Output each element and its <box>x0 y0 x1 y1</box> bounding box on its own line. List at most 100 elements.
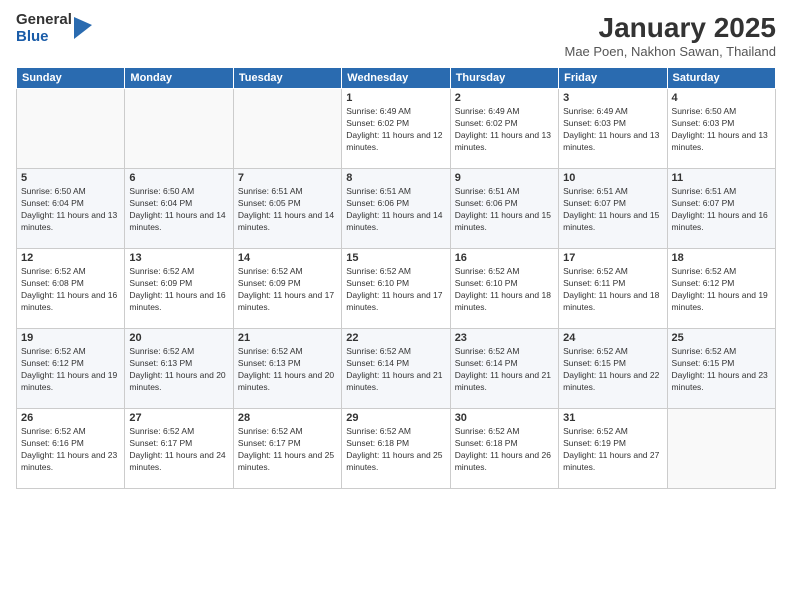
calendar-week-row: 1 Sunrise: 6:49 AM Sunset: 6:02 PM Daylig… <box>17 89 776 169</box>
day-info: Sunrise: 6:49 AM Sunset: 6:02 PM Dayligh… <box>346 106 445 154</box>
weekday-header-row: Sunday Monday Tuesday Wednesday Thursday… <box>17 68 776 89</box>
day-number: 27 <box>129 412 228 424</box>
table-row: 5 Sunrise: 6:50 AM Sunset: 6:04 PM Daylig… <box>17 169 125 249</box>
day-number: 31 <box>563 412 662 424</box>
table-row: 11 Sunrise: 6:51 AM Sunset: 6:07 PM Dayli… <box>667 169 775 249</box>
header: General Blue January 2025 Mae Poen, Nakh… <box>16 12 776 59</box>
day-info: Sunrise: 6:52 AM Sunset: 6:08 PM Dayligh… <box>21 266 120 314</box>
day-number: 30 <box>455 412 554 424</box>
day-info: Sunrise: 6:52 AM Sunset: 6:13 PM Dayligh… <box>129 346 228 394</box>
day-info: Sunrise: 6:51 AM Sunset: 6:07 PM Dayligh… <box>563 186 662 234</box>
day-info: Sunrise: 6:51 AM Sunset: 6:05 PM Dayligh… <box>238 186 337 234</box>
day-info: Sunrise: 6:52 AM Sunset: 6:18 PM Dayligh… <box>346 426 445 474</box>
day-info: Sunrise: 6:52 AM Sunset: 6:13 PM Dayligh… <box>238 346 337 394</box>
day-info: Sunrise: 6:52 AM Sunset: 6:19 PM Dayligh… <box>563 426 662 474</box>
table-row: 10Sunrise: 6:51 AM Sunset: 6:07 PM Dayli… <box>559 169 667 249</box>
day-info: Sunrise: 6:49 AM Sunset: 6:03 PM Dayligh… <box>563 106 662 154</box>
table-row: 29 Sunrise: 6:52 AM Sunset: 6:18 PM Dayli… <box>342 409 450 489</box>
day-info: Sunrise: 6:52 AM Sunset: 6:14 PM Dayligh… <box>346 346 445 394</box>
day-info: Sunrise: 6:52 AM Sunset: 6:11 PM Dayligh… <box>563 266 662 314</box>
table-row: 14 Sunrise: 6:52 AM Sunset: 6:09 PM Dayli… <box>233 249 341 329</box>
header-friday: Friday <box>559 68 667 89</box>
table-row: 25 Sunrise: 6:52 AM Sunset: 6:15 PM Dayli… <box>667 329 775 409</box>
day-info: Sunrise: 6:52 AM Sunset: 6:10 PM Dayligh… <box>455 266 554 314</box>
table-row: 17 Sunrise: 6:52 AM Sunset: 6:11 PM Dayli… <box>559 249 667 329</box>
logo-blue: Blue <box>16 29 72 46</box>
day-number: 3 <box>563 92 662 104</box>
calendar-week-row: 19Sunrise: 6:52 AM Sunset: 6:12 PM Dayli… <box>17 329 776 409</box>
table-row: 24Sunrise: 6:52 AM Sunset: 6:15 PM Dayli… <box>559 329 667 409</box>
table-row <box>233 89 341 169</box>
table-row: 16 Sunrise: 6:52 AM Sunset: 6:10 PM Dayli… <box>450 249 558 329</box>
day-info: Sunrise: 6:51 AM Sunset: 6:06 PM Dayligh… <box>455 186 554 234</box>
table-row: 13 Sunrise: 6:52 AM Sunset: 6:09 PM Dayli… <box>125 249 233 329</box>
day-number: 2 <box>455 92 554 104</box>
table-row: 27 Sunrise: 6:52 AM Sunset: 6:17 PM Dayli… <box>125 409 233 489</box>
header-monday: Monday <box>125 68 233 89</box>
day-info: Sunrise: 6:50 AM Sunset: 6:04 PM Dayligh… <box>21 186 120 234</box>
day-number: 8 <box>346 172 445 184</box>
day-number: 25 <box>672 332 771 344</box>
day-info: Sunrise: 6:52 AM Sunset: 6:15 PM Dayligh… <box>672 346 771 394</box>
table-row: 28 Sunrise: 6:52 AM Sunset: 6:17 PM Dayli… <box>233 409 341 489</box>
day-number: 29 <box>346 412 445 424</box>
day-number: 4 <box>672 92 771 104</box>
calendar-week-row: 5 Sunrise: 6:50 AM Sunset: 6:04 PM Daylig… <box>17 169 776 249</box>
header-tuesday: Tuesday <box>233 68 341 89</box>
table-row: 19Sunrise: 6:52 AM Sunset: 6:12 PM Dayli… <box>17 329 125 409</box>
table-row: 3 Sunrise: 6:49 AM Sunset: 6:03 PM Daylig… <box>559 89 667 169</box>
day-number: 14 <box>238 252 337 264</box>
calendar-week-row: 26Sunrise: 6:52 AM Sunset: 6:16 PM Dayli… <box>17 409 776 489</box>
table-row: 23Sunrise: 6:52 AM Sunset: 6:14 PM Dayli… <box>450 329 558 409</box>
day-number: 26 <box>21 412 120 424</box>
table-row: 2Sunrise: 6:49 AM Sunset: 6:02 PM Daylig… <box>450 89 558 169</box>
table-row: 22Sunrise: 6:52 AM Sunset: 6:14 PM Dayli… <box>342 329 450 409</box>
header-thursday: Thursday <box>450 68 558 89</box>
day-info: Sunrise: 6:52 AM Sunset: 6:12 PM Dayligh… <box>672 266 771 314</box>
day-info: Sunrise: 6:51 AM Sunset: 6:06 PM Dayligh… <box>346 186 445 234</box>
table-row: 26Sunrise: 6:52 AM Sunset: 6:16 PM Dayli… <box>17 409 125 489</box>
table-row: 20Sunrise: 6:52 AM Sunset: 6:13 PM Dayli… <box>125 329 233 409</box>
table-row: 12 Sunrise: 6:52 AM Sunset: 6:08 PM Dayli… <box>17 249 125 329</box>
day-number: 11 <box>672 172 771 184</box>
day-number: 12 <box>21 252 120 264</box>
table-row: 8 Sunrise: 6:51 AM Sunset: 6:06 PM Daylig… <box>342 169 450 249</box>
table-row: 7 Sunrise: 6:51 AM Sunset: 6:05 PM Daylig… <box>233 169 341 249</box>
header-sunday: Sunday <box>17 68 125 89</box>
day-info: Sunrise: 6:52 AM Sunset: 6:17 PM Dayligh… <box>129 426 228 474</box>
day-number: 13 <box>129 252 228 264</box>
logo-icon <box>74 17 92 39</box>
calendar-table: Sunday Monday Tuesday Wednesday Thursday… <box>16 67 776 489</box>
day-info: Sunrise: 6:52 AM Sunset: 6:17 PM Dayligh… <box>238 426 337 474</box>
day-number: 7 <box>238 172 337 184</box>
day-info: Sunrise: 6:51 AM Sunset: 6:07 PM Dayligh… <box>672 186 771 234</box>
day-number: 15 <box>346 252 445 264</box>
day-number: 28 <box>238 412 337 424</box>
table-row: 6 Sunrise: 6:50 AM Sunset: 6:04 PM Daylig… <box>125 169 233 249</box>
day-number: 5 <box>21 172 120 184</box>
day-number: 1 <box>346 92 445 104</box>
day-info: Sunrise: 6:52 AM Sunset: 6:09 PM Dayligh… <box>129 266 228 314</box>
day-number: 6 <box>129 172 228 184</box>
day-number: 18 <box>672 252 771 264</box>
day-number: 17 <box>563 252 662 264</box>
table-row <box>667 409 775 489</box>
table-row: 21Sunrise: 6:52 AM Sunset: 6:13 PM Dayli… <box>233 329 341 409</box>
day-info: Sunrise: 6:50 AM Sunset: 6:04 PM Dayligh… <box>129 186 228 234</box>
day-info: Sunrise: 6:52 AM Sunset: 6:10 PM Dayligh… <box>346 266 445 314</box>
day-info: Sunrise: 6:52 AM Sunset: 6:15 PM Dayligh… <box>563 346 662 394</box>
day-number: 16 <box>455 252 554 264</box>
table-row <box>17 89 125 169</box>
day-number: 23 <box>455 332 554 344</box>
day-number: 9 <box>455 172 554 184</box>
logo: General Blue <box>16 12 92 45</box>
day-info: Sunrise: 6:52 AM Sunset: 6:12 PM Dayligh… <box>21 346 120 394</box>
page: General Blue January 2025 Mae Poen, Nakh… <box>0 0 792 612</box>
table-row: 30 Sunrise: 6:52 AM Sunset: 6:18 PM Dayli… <box>450 409 558 489</box>
day-info: Sunrise: 6:52 AM Sunset: 6:09 PM Dayligh… <box>238 266 337 314</box>
header-saturday: Saturday <box>667 68 775 89</box>
table-row: 1 Sunrise: 6:49 AM Sunset: 6:02 PM Daylig… <box>342 89 450 169</box>
day-info: Sunrise: 6:52 AM Sunset: 6:18 PM Dayligh… <box>455 426 554 474</box>
logo-general: General <box>16 12 72 29</box>
header-wednesday: Wednesday <box>342 68 450 89</box>
